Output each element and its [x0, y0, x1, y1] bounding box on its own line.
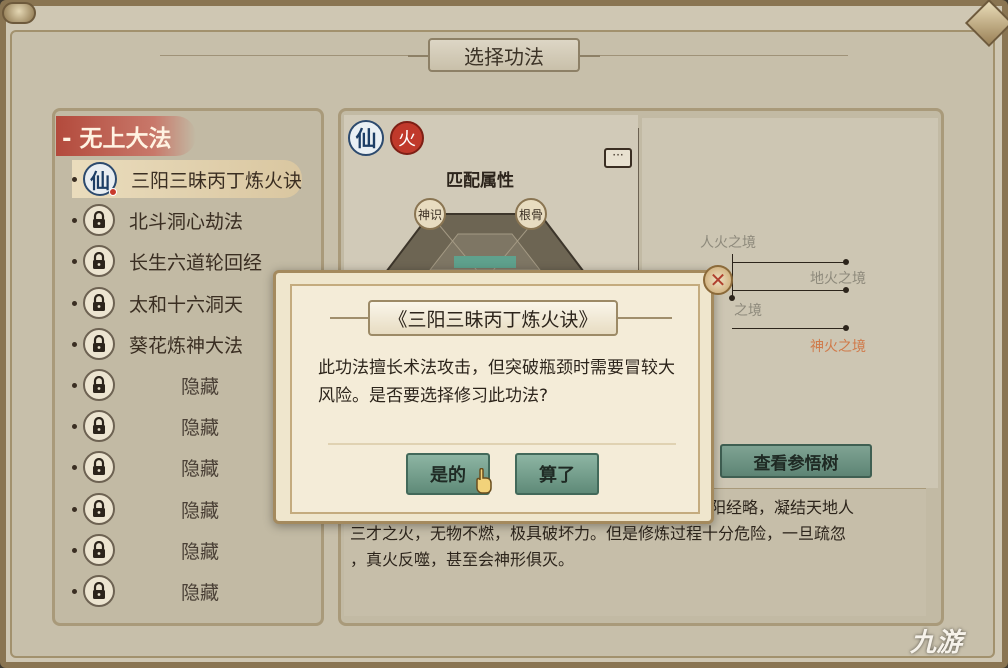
- lock-icon: [83, 451, 115, 483]
- technique-list-item[interactable]: 隐藏: [72, 572, 302, 610]
- lock-icon: [83, 204, 115, 236]
- attribute-title: 匹配属性: [446, 171, 514, 191]
- technique-list-item[interactable]: 隐藏: [72, 366, 302, 404]
- bullet-dot: [72, 382, 77, 388]
- technique-name: 隐藏: [181, 375, 220, 398]
- title-divider: [160, 55, 420, 56]
- tree-connector: [732, 290, 844, 291]
- bullet-dot: [72, 506, 77, 512]
- cancel-button[interactable]: 算了: [515, 453, 599, 495]
- bullet-dot: [72, 176, 77, 182]
- technique-list-item[interactable]: 隐藏: [72, 531, 302, 569]
- dialog-message: 此功法擅长术法攻击，但突破瓶颈时需要冒较大风险。是否要选择修习此功法?: [318, 358, 675, 406]
- bullet-dot: [72, 464, 77, 470]
- tree-node-label: 地火之境: [810, 271, 866, 287]
- tree-node-label: 之境: [734, 303, 762, 319]
- technique-name: 三阳三昧丙丁炼火诀: [131, 169, 303, 192]
- xian-badge-icon: 仙: [348, 120, 384, 156]
- technique-list-item[interactable]: 仙三阳三昧丙丁炼火诀: [72, 160, 302, 198]
- lock-icon: [83, 369, 115, 401]
- tree-node-dot: [843, 287, 849, 293]
- bullet-dot: [72, 588, 77, 594]
- dialog-title: 《三阳三昧丙丁炼火诀》: [368, 300, 618, 336]
- category-header[interactable]: - 无上大法: [56, 116, 196, 156]
- description-line: 三才之火，无物不燃，极具破坏力。但是修炼过程十分危险，一旦疏忽: [350, 524, 847, 543]
- tree-connector: [732, 328, 844, 329]
- lock-icon: [83, 493, 115, 525]
- lock-icon: [83, 287, 115, 319]
- bullet-dot: [72, 258, 77, 264]
- technique-name: 太和十六洞天: [129, 293, 244, 316]
- technique-name: 葵花炼神大法: [129, 334, 244, 357]
- bullet-dot: [72, 423, 77, 429]
- tree-connector: [732, 262, 844, 263]
- technique-list-item[interactable]: 隐藏: [72, 407, 302, 445]
- bullet-dot: [72, 300, 77, 306]
- dialog-divider: [328, 443, 676, 445]
- bullet-dot: [72, 341, 77, 347]
- chat-bubble-icon[interactable]: ···: [604, 148, 632, 168]
- view-comprehension-tree-button[interactable]: 查看参悟树: [720, 444, 872, 478]
- tree-node-label: 人火之境: [700, 235, 756, 251]
- attr-node-gengu: 根骨: [515, 198, 547, 230]
- technique-list-item[interactable]: 葵花炼神大法: [72, 325, 302, 363]
- xian-badge-icon: 仙: [83, 162, 117, 196]
- bullet-dot: [72, 547, 77, 553]
- technique-list-item[interactable]: 隐藏: [72, 448, 302, 486]
- dialog-title-ornament: [616, 317, 672, 319]
- technique-list-item[interactable]: 长生六道轮回经: [72, 242, 302, 280]
- title-divider: [588, 55, 848, 56]
- technique-list-item[interactable]: 隐藏: [72, 490, 302, 528]
- notification-dot: [109, 188, 117, 196]
- watermark-logo: 九游: [910, 628, 963, 658]
- close-icon[interactable]: ✕: [703, 265, 733, 295]
- attr-node-shenshi: 神识: [414, 198, 446, 230]
- technique-name: 隐藏: [181, 457, 220, 480]
- technique-name: 隐藏: [181, 540, 220, 563]
- lock-icon: [83, 328, 115, 360]
- technique-name: 隐藏: [181, 499, 220, 522]
- technique-name: 北斗洞心劫法: [129, 210, 244, 233]
- lock-icon: [83, 410, 115, 442]
- technique-list-item[interactable]: 太和十六洞天: [72, 284, 302, 322]
- tree-node-dot: [729, 295, 735, 301]
- page-title: 选择功法: [408, 38, 600, 72]
- tree-node-label: 神火之境: [810, 339, 866, 355]
- tree-node-dot: [843, 259, 849, 265]
- technique-name: 长生六道轮回经: [129, 251, 263, 274]
- hand-cursor-icon: [476, 468, 492, 494]
- frame-corner-ornament: [2, 2, 36, 24]
- technique-name: 隐藏: [181, 416, 220, 439]
- tree-node-dot: [843, 325, 849, 331]
- lock-icon: [83, 534, 115, 566]
- technique-name: 隐藏: [181, 581, 220, 604]
- dialog-title-ornament: [330, 317, 370, 319]
- fire-element-icon: 火: [390, 121, 424, 155]
- technique-list-item[interactable]: 北斗洞心劫法: [72, 201, 302, 239]
- lock-icon: [83, 575, 115, 607]
- description-line: ，真火反噬，甚至会神形俱灭。: [350, 550, 575, 569]
- bullet-dot: [72, 217, 77, 223]
- lock-icon: [83, 245, 115, 277]
